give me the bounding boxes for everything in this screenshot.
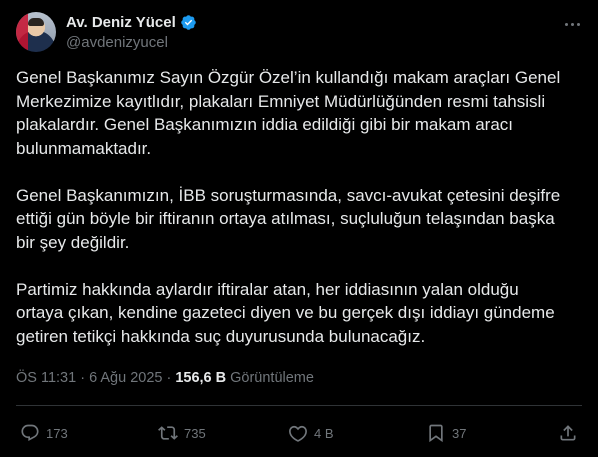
more-options-icon[interactable] xyxy=(562,14,582,34)
bookmark-icon xyxy=(429,424,443,443)
like-button[interactable]: 4 B xyxy=(288,423,334,443)
share-icon xyxy=(560,425,576,441)
action-bar: 173 735 4 B 37 xyxy=(16,421,582,445)
views-count: 156,6 B xyxy=(175,370,227,386)
display-name[interactable]: Av. Deniz Yücel xyxy=(66,14,176,31)
views-label: Görüntüleme xyxy=(230,370,314,386)
tweet-header: Av. Deniz Yücel @avdenizyucel xyxy=(16,12,582,56)
retweet-count: 735 xyxy=(184,425,206,441)
timestamp[interactable]: ÖS 11:31 · 6 Ağu 2025 · xyxy=(16,370,171,386)
handle[interactable]: @avdenizyucel xyxy=(66,34,197,51)
tweet-meta: ÖS 11:31 · 6 Ağu 2025 · 156,6 B Görüntül… xyxy=(16,370,314,386)
retweet-button[interactable]: 735 xyxy=(158,423,206,443)
tweet-text: Genel Başkanımız Sayın Özgür Özel’in kul… xyxy=(16,66,582,348)
tweet-paragraph: Genel Başkanımız Sayın Özgür Özel’in kul… xyxy=(16,68,561,158)
tweet-paragraph: Partimiz hakkında aylardır iftiralar ata… xyxy=(16,279,555,346)
more-dot xyxy=(570,22,574,26)
like-count: 4 B xyxy=(314,425,334,441)
divider xyxy=(16,405,582,406)
more-dot xyxy=(564,22,568,26)
bookmark-count: 37 xyxy=(452,425,467,441)
author-names: Av. Deniz Yücel @avdenizyucel xyxy=(66,12,197,51)
name-row: Av. Deniz Yücel xyxy=(66,12,197,32)
more-dot xyxy=(576,22,580,26)
bookmark-button[interactable]: 37 xyxy=(426,423,466,443)
share-button[interactable] xyxy=(558,423,578,443)
tweet-card: Av. Deniz Yücel @avdenizyucel Genel Başk… xyxy=(0,0,598,457)
avatar-flag-detail xyxy=(16,12,28,52)
reply-count: 173 xyxy=(46,425,68,441)
like-icon xyxy=(289,425,307,442)
reply-icon xyxy=(21,424,39,442)
tweet-paragraph: Genel Başkanımızın, İBB soruşturmasında,… xyxy=(16,185,561,252)
reply-button[interactable]: 173 xyxy=(20,423,68,443)
verified-badge-icon[interactable] xyxy=(180,14,197,31)
avatar-hair-detail xyxy=(28,18,44,26)
retweet-icon xyxy=(158,426,178,440)
avatar[interactable] xyxy=(16,12,56,52)
